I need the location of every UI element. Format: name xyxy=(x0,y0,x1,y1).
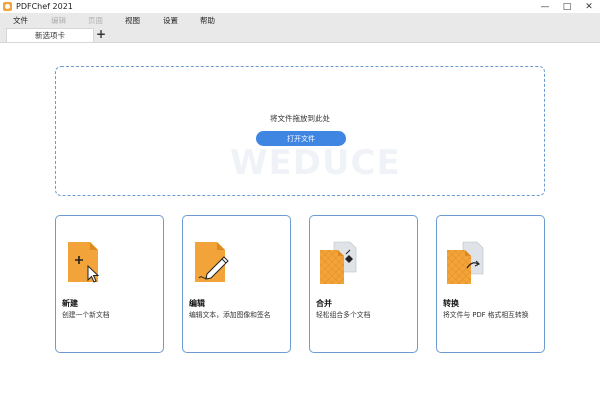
menu-file[interactable]: 文件 xyxy=(13,15,28,26)
tab-bar: 新选项卡 + xyxy=(0,27,600,42)
merge-documents-card[interactable]: 合并 轻松组合多个文档 xyxy=(309,215,418,353)
maximize-button[interactable]: □ xyxy=(556,0,578,13)
new-document-card[interactable]: 新建 创建一个新文档 xyxy=(55,215,164,353)
card-description: 将文件与 PDF 格式相互转换 xyxy=(443,311,529,319)
convert-document-icon xyxy=(447,241,484,284)
card-title: 转换 xyxy=(443,299,459,308)
pdfchef-logo-icon xyxy=(3,2,12,11)
menu-bar: 文件 编辑 页面 视图 设置 帮助 xyxy=(0,13,600,28)
merge-documents-icon xyxy=(320,241,357,284)
window-controls: — □ ✕ xyxy=(534,0,600,13)
card-title: 合并 xyxy=(316,299,332,308)
convert-document-card[interactable]: 转换 将文件与 PDF 格式相互转换 xyxy=(436,215,545,353)
menu-help[interactable]: 帮助 xyxy=(200,15,215,26)
minimize-button[interactable]: — xyxy=(534,0,556,13)
close-button[interactable]: ✕ xyxy=(578,0,600,13)
edit-document-icon xyxy=(195,242,229,282)
menu-page[interactable]: 页面 xyxy=(88,15,103,26)
card-description: 编辑文本，添加图像和签名 xyxy=(189,311,271,319)
card-description: 轻松组合多个文档 xyxy=(316,311,371,319)
drop-hint-text: 将文件拖放到此处 xyxy=(270,114,330,123)
add-tab-button[interactable]: + xyxy=(95,27,107,41)
menu-edit[interactable]: 编辑 xyxy=(51,15,66,26)
title-bar: PDFChef 2021 — □ ✕ xyxy=(0,0,600,13)
menu-settings[interactable]: 设置 xyxy=(163,15,178,26)
tab-new-tab[interactable]: 新选项卡 xyxy=(6,28,94,42)
menu-view[interactable]: 视图 xyxy=(125,15,140,26)
card-description: 创建一个新文档 xyxy=(62,311,110,319)
new-document-icon xyxy=(68,242,100,283)
watermark: WEDUCE xyxy=(230,143,401,183)
main-content: 将文件拖放到此处 打开文件 WEDUCE 新建 创建一个新文档 编辑 编辑文本，… xyxy=(0,42,600,405)
edit-document-card[interactable]: 编辑 编辑文本，添加图像和签名 xyxy=(182,215,291,353)
card-title: 新建 xyxy=(62,299,78,308)
window-title: PDFChef 2021 xyxy=(16,2,73,11)
card-title: 编辑 xyxy=(189,299,205,308)
